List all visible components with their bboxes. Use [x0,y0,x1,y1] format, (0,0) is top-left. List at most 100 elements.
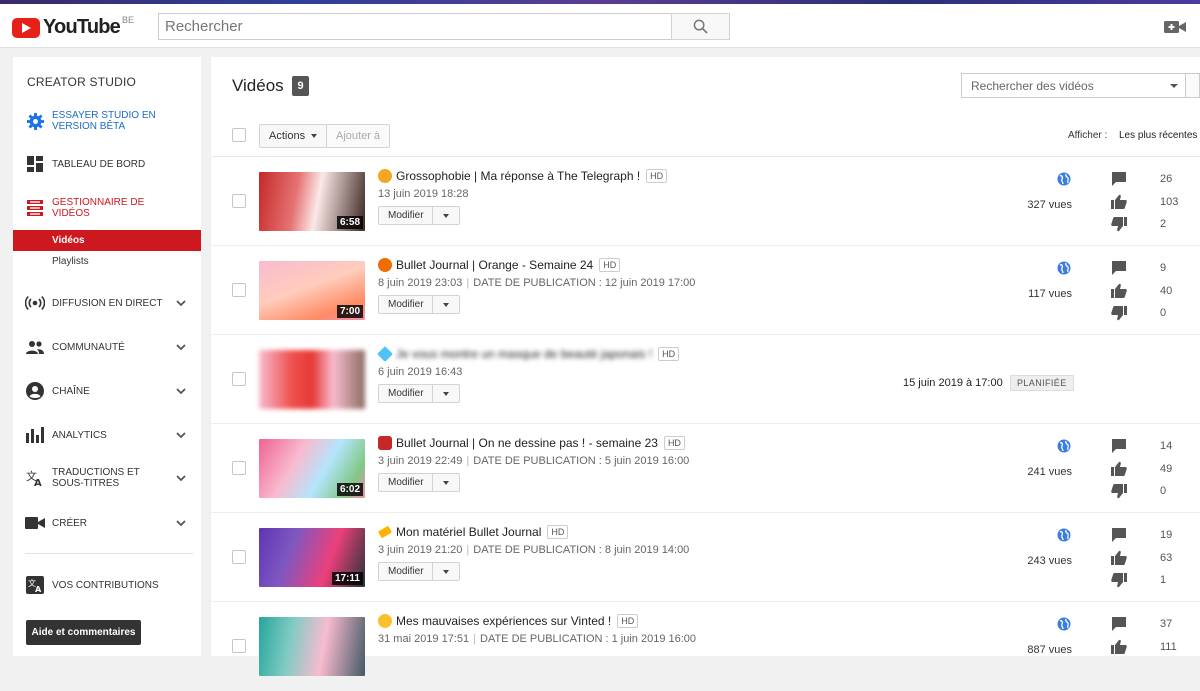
edit-dropdown[interactable] [433,296,459,313]
edit-dropdown[interactable] [433,474,459,491]
dislike-count: 0 [1160,485,1167,497]
sidebar-item-label: DIFFUSION EN DIRECT [52,297,163,309]
public-globe-icon [1057,439,1071,453]
comments-stat: 14 [1111,438,1172,454]
comment-icon [1112,261,1126,275]
sidebar-item-community[interactable]: COMMUNAUTÉ [13,336,201,358]
edit-dropdown[interactable] [433,563,459,580]
pencil-emoji-icon [377,525,393,539]
row-checkbox[interactable] [232,461,246,475]
page-title: Vidéos [232,76,284,95]
likes-stat: 49 [1111,461,1172,477]
add-to-label: Ajouter à [336,130,381,142]
select-all-checkbox[interactable] [232,128,246,142]
publish-date: DATE DE PUBLICATION : 5 juin 2019 16:00 [473,455,690,467]
add-to-button[interactable]: Ajouter à [326,124,391,148]
sidebar-item-channel[interactable]: CHAÎNE [13,380,201,402]
dislike-count: 0 [1160,307,1167,319]
sidebar-item-create[interactable]: CRÉER [13,512,201,534]
comment-icon [1112,528,1126,542]
thumbs-down-icon [1111,217,1127,232]
hd-badge: HD [658,347,680,361]
svg-text:A: A [35,585,42,594]
video-meta: 6 juin 2019 16:43 [378,366,462,378]
chevron-down-icon[interactable] [1170,84,1178,88]
upload-date: 3 juin 2019 21:20 [378,544,463,556]
account-icon [25,381,45,401]
comments-stat: 37 [1111,616,1172,632]
actions-dropdown[interactable]: Actions [259,124,328,148]
publish-date: DATE DE PUBLICATION : 8 juin 2019 14:00 [473,544,690,556]
edit-button-group: Modifier [378,384,460,403]
video-meta: 13 juin 2019 18:28 [378,188,469,200]
search-input[interactable]: Rechercher [158,13,672,40]
row-checkbox[interactable] [232,283,246,297]
video-title[interactable]: Grossophobie | Ma réponse à The Telegrap… [396,169,640,183]
public-globe-icon [1057,617,1071,631]
scheduled-date: 15 juin 2019 à 17:00 [903,377,1003,389]
video-meta: 3 juin 2019 21:20 | DATE DE PUBLICATION : … [378,544,689,556]
youtube-logo[interactable]: YouTube BE [12,15,134,39]
comment-icon [1112,617,1126,631]
edit-button[interactable]: Modifier [379,296,433,313]
video-title[interactable]: Bullet Journal | Orange - Semaine 24 [396,258,593,272]
row-checkbox[interactable] [232,194,246,208]
upload-date: 31 mai 2019 17:51 [378,633,470,645]
sidebar-subitem-videos[interactable]: Vidéos [13,230,201,251]
camera-icon [25,513,45,533]
caret-down-icon [311,134,318,138]
translate-icon: 文A [25,468,45,488]
video-thumbnail[interactable]: 17:11 [259,528,365,587]
video-thumbnail[interactable]: 6:58 [259,172,365,231]
sidebar-item-dashboard[interactable]: TABLEAU DE BORD [13,153,201,175]
video-title[interactable]: Je vous montre un masque de beauté japon… [396,347,652,361]
video-title[interactable]: Mon matériel Bullet Journal [396,525,541,539]
search-button[interactable] [671,13,730,40]
likes-stat: 103 [1111,194,1178,210]
video-thumbnail[interactable] [259,350,365,409]
video-thumbnail[interactable]: 6:02 [259,439,365,498]
edit-button[interactable]: Modifier [379,474,433,491]
help-feedback-button[interactable]: Aide et commentaires [26,620,141,645]
chevron-down-icon [176,520,186,527]
thumbs-up-icon [1111,461,1127,476]
dislikes-stat: 2 [1111,216,1166,232]
sort-dropdown[interactable]: Les plus récentes [1119,130,1197,141]
hd-badge: HD [547,525,569,539]
sidebar-item-studio-beta[interactable]: ESSAYER STUDIO EN VERSION BÊTA [13,107,201,135]
comment-icon [1112,172,1126,186]
row-checkbox[interactable] [232,372,246,386]
thumbs-up-icon [1111,283,1127,298]
edit-button[interactable]: Modifier [379,563,433,580]
thumbs-up-icon [1111,550,1127,565]
orange-emoji-icon [378,258,392,272]
scheduled-badge: PLANIFIÉE [1010,375,1074,391]
video-thumbnail[interactable]: 7:00 [259,261,365,320]
sidebar-item-contributions[interactable]: 文A VOS CONTRIBUTIONS [13,574,201,596]
upload-video-icon[interactable] [1164,19,1186,35]
row-checkbox[interactable] [232,550,246,564]
edit-dropdown[interactable] [433,385,459,402]
video-thumbnail[interactable] [259,617,365,676]
edit-dropdown[interactable] [433,207,459,224]
sidebar-item-analytics[interactable]: ANALYTICS [13,424,201,446]
sidebar-item-video-manager[interactable]: GESTIONNAIRE DE VIDÉOS [13,197,201,219]
video-search-input[interactable]: Rechercher des vidéos [961,73,1186,98]
comment-count: 9 [1160,262,1167,274]
edit-button[interactable]: Modifier [379,207,433,224]
sidebar-item-live[interactable]: DIFFUSION EN DIRECT [13,292,201,314]
video-search-button[interactable] [1186,73,1200,98]
video-title[interactable]: Bullet Journal | On ne dessine pas ! - s… [396,436,658,450]
view-count: 243 vues [1027,555,1072,567]
dislike-count: 2 [1160,218,1167,230]
sidebar-item-label: GESTIONNAIRE DE VIDÉOS [52,197,145,219]
edit-button[interactable]: Modifier [379,385,433,402]
analytics-icon [25,425,45,445]
svg-text:A: A [34,478,42,487]
sidebar-item-translations[interactable]: 文A TRADUCTIONS ET SOUS-TITRES [13,462,201,494]
comment-count: 19 [1160,529,1173,541]
sidebar-subitem-playlists[interactable]: Playlists [13,251,201,272]
dislikes-stat: 0 [1111,483,1166,499]
row-checkbox[interactable] [232,639,246,653]
video-title[interactable]: Mes mauvaises expériences sur Vinted ! [396,614,611,628]
